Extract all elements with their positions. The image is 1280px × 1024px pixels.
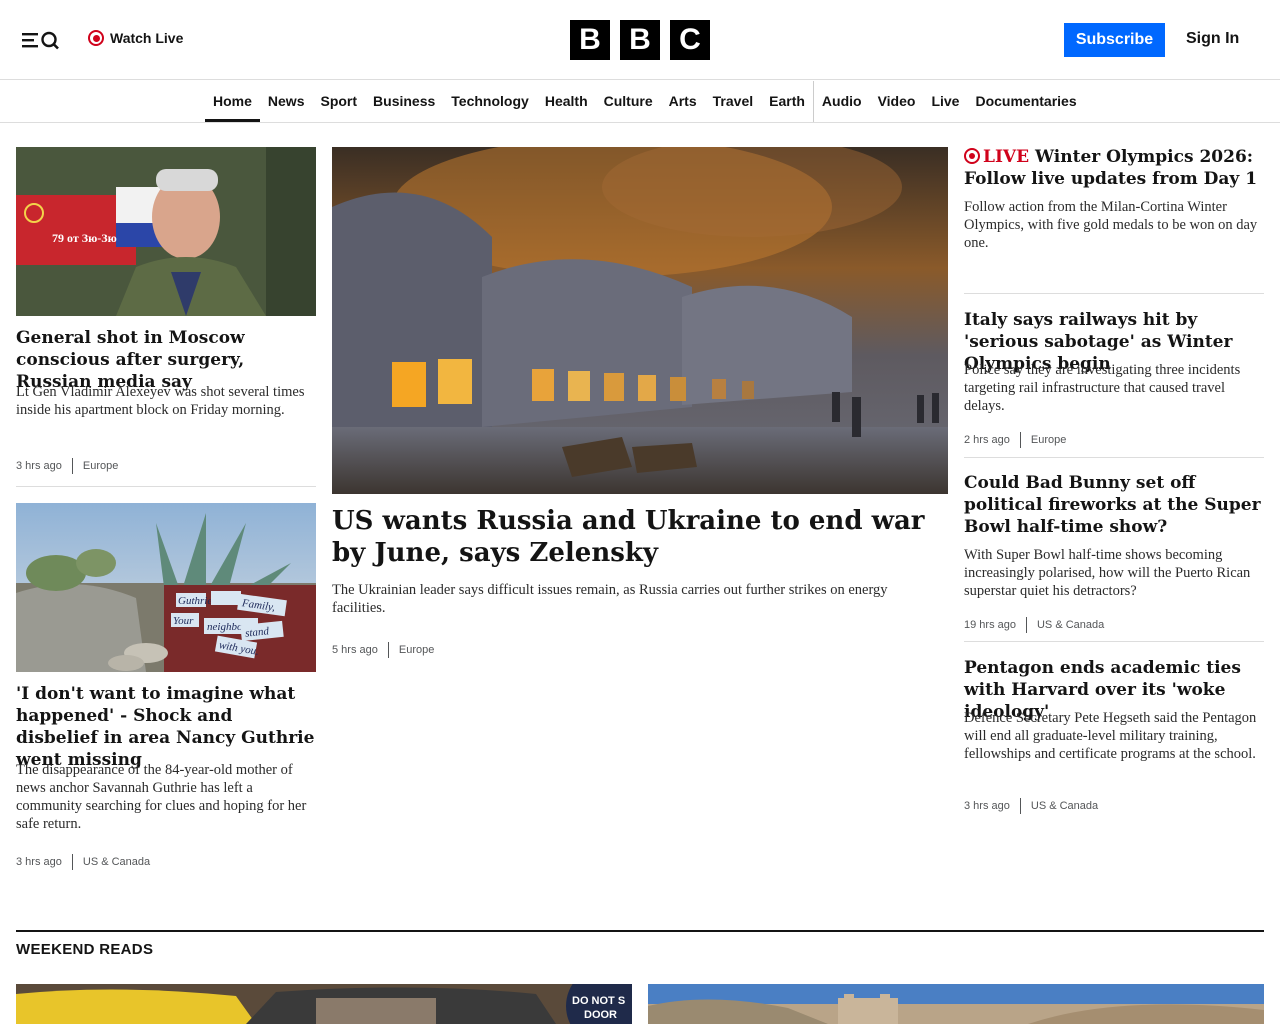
nav-item-business[interactable]: Business xyxy=(365,81,443,122)
divider xyxy=(16,486,316,487)
story-category[interactable]: US & Canada xyxy=(1025,617,1104,633)
sign-word: Guthrie xyxy=(178,595,212,607)
section-divider xyxy=(16,930,1264,932)
nav-item-arts[interactable]: Arts xyxy=(661,81,705,122)
nav-item-video[interactable]: Video xyxy=(870,81,924,122)
nav-item-earth[interactable]: Earth xyxy=(761,81,813,122)
divider xyxy=(964,293,1264,294)
weekend-read-image-1[interactable]: DO NOT S DOOR xyxy=(16,984,632,1024)
story-summary: The Ukrainian leader says difficult issu… xyxy=(332,582,888,616)
story-summary: Police say they are investigating three … xyxy=(964,362,1241,414)
logo-letter: B xyxy=(570,20,610,60)
story-summary: Defence Secretary Pete Hegseth said the … xyxy=(964,710,1257,762)
sign-word: Your xyxy=(173,615,194,627)
story-time: 2 hrs ago xyxy=(964,434,1010,446)
nav-item-culture[interactable]: Culture xyxy=(596,81,661,122)
story-headline[interactable]: 'I don't want to imagine what happened' … xyxy=(16,683,316,771)
menu-icon xyxy=(22,31,59,50)
story-image-general[interactable]: 79 от Зю-Зю xyxy=(16,147,316,316)
nav-item-sport[interactable]: Sport xyxy=(312,81,365,122)
story-time: 5 hrs ago xyxy=(332,644,378,656)
weekend-read-image-2[interactable] xyxy=(648,984,1264,1024)
door-sign-text: DOOR xyxy=(584,1009,617,1021)
story-summary: The disappearance of the 84-year-old mot… xyxy=(16,762,307,832)
story-summary: Follow action from the Milan-Cortina Win… xyxy=(964,199,1258,251)
story-category[interactable]: Europe xyxy=(1019,432,1066,448)
banner-text: 79 от Зю-Зю xyxy=(52,231,117,245)
nav-item-travel[interactable]: Travel xyxy=(705,81,761,122)
story-category[interactable]: Europe xyxy=(387,642,434,658)
sign-in-link[interactable]: Sign In xyxy=(1186,30,1239,48)
story-time: 19 hrs ago xyxy=(964,619,1016,631)
story-meta: 3 hrs ago Europe xyxy=(16,458,118,474)
live-icon xyxy=(964,148,980,164)
story-category[interactable]: Europe xyxy=(71,458,118,474)
nav-item-live[interactable]: Live xyxy=(923,81,967,122)
nav-item-home[interactable]: Home xyxy=(205,81,260,122)
live-story-headline[interactable]: LIVE Winter Olympics 2026: Follow live u… xyxy=(964,146,1264,190)
story-meta: 3 hrs ago US & Canada xyxy=(16,854,150,870)
bbc-logo[interactable]: B B C xyxy=(570,20,710,60)
door-sign-text: DO NOT S xyxy=(572,995,625,1007)
story-meta: 2 hrs ago Europe xyxy=(964,432,1066,448)
logo-letter: C xyxy=(670,20,710,60)
top-bar: Watch Live B B C Subscribe Sign In xyxy=(0,0,1280,80)
nav-item-news[interactable]: News xyxy=(260,81,313,122)
story-category[interactable]: US & Canada xyxy=(71,854,150,870)
divider xyxy=(964,641,1264,642)
menu-search-button[interactable] xyxy=(20,28,62,52)
story-meta: 19 hrs ago US & Canada xyxy=(964,617,1104,633)
nav-item-health[interactable]: Health xyxy=(537,81,596,122)
main-navigation: Home News Sport Business Technology Heal… xyxy=(0,81,1280,123)
subscribe-button[interactable]: Subscribe xyxy=(1064,23,1165,57)
story-time: 3 hrs ago xyxy=(16,460,62,472)
nav-item-technology[interactable]: Technology xyxy=(443,81,537,122)
nav-item-documentaries[interactable]: Documentaries xyxy=(967,81,1084,122)
story-summary: With Super Bowl half-time shows becoming… xyxy=(964,547,1251,599)
story-time: 3 hrs ago xyxy=(964,800,1010,812)
story-time: 3 hrs ago xyxy=(16,856,62,868)
section-title[interactable]: WEEKEND READS xyxy=(16,941,153,958)
story-category[interactable]: US & Canada xyxy=(1019,798,1098,814)
watch-live-link[interactable]: Watch Live xyxy=(88,30,183,46)
story-summary: Lt Gen Vladimir Alexeyev was shot severa… xyxy=(16,384,305,418)
nav-item-audio[interactable]: Audio xyxy=(812,81,870,122)
story-meta: 3 hrs ago US & Canada xyxy=(964,798,1098,814)
live-label: LIVE xyxy=(983,147,1030,167)
story-image-main[interactable] xyxy=(332,147,948,494)
story-headline[interactable]: Could Bad Bunny set off political firewo… xyxy=(964,472,1264,538)
story-headline[interactable]: US wants Russia and Ukraine to end war b… xyxy=(332,505,942,569)
story-meta: 5 hrs ago Europe xyxy=(332,642,434,658)
live-icon xyxy=(88,30,104,46)
logo-letter: B xyxy=(620,20,660,60)
watch-live-label: Watch Live xyxy=(110,30,184,46)
story-image-guthrie[interactable]: Guthrie Family, Your neighbors stand wit… xyxy=(16,503,316,672)
divider xyxy=(964,457,1264,458)
sign-word: stand xyxy=(245,625,270,639)
